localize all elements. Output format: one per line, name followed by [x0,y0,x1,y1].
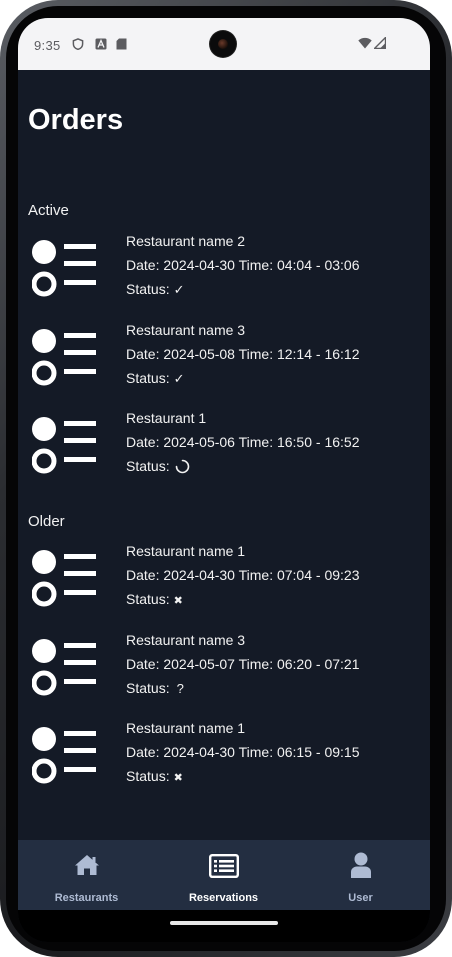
nav-label: Restaurants [54,892,119,904]
order-date-time: Date: 2024-05-08 Time: 12:14 - 16:12 [126,346,360,362]
home-icon [74,855,99,875]
front-camera [210,31,236,57]
gesture-handle[interactable] [170,921,278,925]
loading-spinner-icon [175,459,189,474]
order-item[interactable]: Restaurant name 1 Date: 2024-04-30 Time:… [18,720,430,802]
order-list-icon [32,639,96,696]
bottom-navigation: Restaurants Reservations User [18,840,430,910]
person-icon [350,852,371,878]
question-icon: ? [176,681,184,696]
nav-label: User [348,892,373,904]
nav-user[interactable]: User [292,840,429,910]
gesture-navigation-area [18,910,430,942]
order-status: Status:? [126,680,184,696]
status-bar: 9:35 [18,18,430,70]
restaurant-name: Restaurant name 1 [126,720,246,736]
order-list-icon [32,240,96,297]
status-label: Status: [126,281,170,297]
order-status: Status: ✓ [126,281,185,298]
order-date-time: Date: 2024-04-30 Time: 07:04 - 09:23 [126,567,360,583]
status-label: Status: [126,591,170,607]
nav-label: Reservations [188,892,259,904]
checkmark-icon: ✓ [173,282,185,297]
order-status: Status: ✖ [126,768,183,784]
restaurant-name: Restaurant name 3 [126,632,246,648]
a-badge-icon [95,38,107,50]
order-status: Status: [126,458,190,474]
cellular-signal-icon [374,37,386,49]
status-time: 9:35 [34,38,61,53]
order-date-time: Date: 2024-04-30 Time: 04:04 - 03:06 [126,257,360,273]
order-item[interactable]: Restaurant 1 Date: 2024-05-06 Time: 16:5… [18,410,430,492]
page-title: Orders [28,104,124,136]
order-list-icon [32,550,96,607]
order-date-time: Date: 2024-05-06 Time: 16:50 - 16:52 [126,434,360,450]
screen: 9:35 Orders Active Restaurant name 2 Dat… [18,18,430,942]
order-date-time: Date: 2024-04-30 Time: 06:15 - 09:15 [126,744,360,760]
restaurant-name: Restaurant name 2 [126,233,246,249]
restaurant-name: Restaurant name 3 [126,322,246,338]
nav-restaurants[interactable]: Restaurants [18,840,155,910]
order-item[interactable]: Restaurant name 3 Date: 2024-05-08 Time:… [18,322,430,404]
restaurant-name: Restaurant name 1 [126,543,246,559]
checkmark-icon: ✓ [173,371,185,386]
status-label: Status: [126,680,170,696]
section-label-active: Active [28,202,69,219]
shield-icon [72,38,84,50]
order-date-time: Date: 2024-05-07 Time: 06:20 - 07:21 [126,656,360,672]
order-item[interactable]: Restaurant name 2 Date: 2024-04-30 Time:… [18,233,430,315]
restaurant-name: Restaurant 1 [126,410,207,426]
order-list-icon [32,417,96,474]
orders-page: Orders Active Restaurant name 2 Date: 20… [18,70,430,840]
list-icon [208,854,239,878]
status-label: Status: [126,370,170,386]
section-label-older: Older [28,513,65,530]
nav-reservations[interactable]: Reservations [155,840,292,910]
cross-icon: ✖ [173,772,183,784]
phone-frame: 9:35 Orders Active Restaurant name 2 Dat… [0,0,452,957]
order-status: Status: ✓ [126,370,185,387]
order-status: Status: ✖ [126,591,183,607]
order-list-icon [32,329,96,386]
status-label: Status: [126,458,170,474]
wifi-icon [358,37,372,49]
order-item[interactable]: Restaurant name 3 Date: 2024-05-07 Time:… [18,632,430,714]
order-list-icon [32,727,96,784]
order-item[interactable]: Restaurant name 1 Date: 2024-04-30 Time:… [18,543,430,625]
sd-card-icon [116,38,127,50]
cross-icon: ✖ [173,595,183,607]
status-label: Status: [126,768,170,784]
